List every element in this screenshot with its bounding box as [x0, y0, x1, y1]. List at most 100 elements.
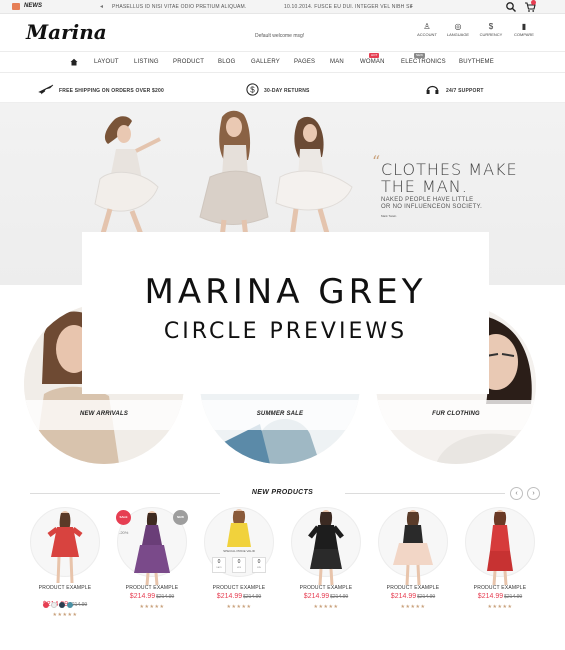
countdown-value: 0 [217, 559, 221, 565]
product-name[interactable]: PRODUCT EXAMPLE [25, 585, 105, 591]
product-name[interactable]: PRODUCT EXAMPLE [199, 585, 279, 591]
nav-item-gallery[interactable]: GALLERY [251, 59, 280, 65]
product-rating-stars: ★★★★★ [226, 604, 252, 610]
category-label[interactable]: NEW ARRIVALS [24, 411, 184, 417]
new-product-badge: NEW [173, 510, 188, 525]
hero-model-image [275, 116, 353, 238]
language-link[interactable]: ◎ LANGUAGE [445, 22, 471, 37]
hero-quote-author: Mark Twain [381, 214, 397, 218]
product-name[interactable]: PRODUCT EXAMPLE [460, 585, 540, 591]
svg-text:$: $ [250, 85, 255, 94]
nav-item-buytheme[interactable]: BUYTHEME [459, 59, 494, 65]
product-price: $214.99$214.99 [199, 593, 279, 600]
welcome-message: Default welcome msg! [255, 33, 305, 39]
nav-item-man[interactable]: MAN [330, 59, 344, 65]
site-logo[interactable]: Marina [26, 20, 107, 44]
product-price: $214.99$214.99 [373, 593, 453, 600]
language-label: LANGUAGE [446, 32, 470, 37]
product-old-price: $214.99 [417, 594, 436, 600]
feature-support: 24/7 SUPPORT [446, 88, 484, 94]
product-old-price: $214.99 [504, 594, 523, 600]
hot-badge: HOT [369, 53, 380, 58]
ticker-text[interactable]: PHASELLUS ID NISI VITAE ODIO PRETIUM ALI… [112, 4, 247, 10]
product-sale-price: $214.99 [477, 593, 504, 600]
preview-subtitle: CIRCLE PREVIEWS [163, 319, 408, 344]
countdown-unit: MIN [257, 567, 261, 569]
carousel-next-button[interactable]: › [527, 487, 540, 500]
account-icon: ♙ [423, 22, 431, 31]
product-image [393, 510, 433, 586]
home-icon[interactable] [70, 58, 78, 66]
color-swatches [43, 595, 75, 613]
hero-model-image [94, 116, 161, 238]
product-sale-price: $214.99 [129, 593, 156, 600]
currency-link[interactable]: $ CURRENCY [478, 22, 504, 37]
countdown-value: 0 [257, 559, 261, 565]
account-link[interactable]: ♙ ACCOUNT [414, 22, 440, 37]
news-icon [12, 3, 20, 10]
product-card[interactable]: SALE NEW -20% PRODUCT EXAMPLE $214.99$21… [112, 507, 192, 627]
product-card[interactable]: PRODUCT EXAMPLE $214.99$214.99 ★★★★★ [286, 507, 366, 627]
feature-returns: 30-DAY RETURNS [264, 88, 310, 94]
countdown-days: 0 DAYS [212, 557, 226, 573]
nav-item-product[interactable]: PRODUCT [173, 59, 204, 65]
currency-icon: $ [488, 22, 494, 31]
ticker-next-arrow-icon[interactable]: ▸ [410, 3, 413, 10]
product-rating-stars: ★★★★★ [487, 604, 513, 610]
language-icon: ◎ [454, 22, 462, 31]
countdown-value: 0 [237, 559, 241, 565]
countdown-unit: DAYS [216, 567, 222, 569]
nav-item-electronics[interactable]: ELECTRONICS [401, 59, 446, 65]
product-name[interactable]: PRODUCT EXAMPLE [112, 585, 192, 591]
nav-item-blog[interactable]: BLOG [218, 59, 235, 65]
product-old-price: $214.99 [243, 594, 262, 600]
quote-mark-icon: “ [372, 152, 381, 171]
product-image [227, 509, 251, 547]
compare-icon: ▮ [521, 22, 527, 31]
news-label: NEWS [24, 3, 42, 9]
discount-label: -20% [119, 530, 129, 535]
carousel-prev-button[interactable]: ‹ [510, 487, 523, 500]
hero-sub-line-2: OR NO INFLUENCEON SOCIETY. [381, 204, 483, 210]
nav-item-pages[interactable]: PAGES [294, 59, 315, 65]
compare-label: COMPARE [514, 32, 534, 37]
divider [345, 493, 505, 494]
compare-link[interactable]: ▮ COMPARE [511, 22, 537, 37]
color-swatch[interactable] [67, 602, 73, 608]
countdown-minutes: 0 MIN [252, 557, 266, 573]
product-old-price: $214.99 [156, 594, 175, 600]
preview-title-card: MARINA GREY CIRCLE PREVIEWS [82, 232, 489, 394]
ticker-date-text[interactable]: 10.10.2014. FUSCE EU DUI. INTEGER VEL NI… [284, 4, 413, 10]
product-price: $214.99$214.99 [286, 593, 366, 600]
category-label[interactable]: FUR CLOTHING [376, 411, 536, 417]
search-icon[interactable] [505, 1, 517, 13]
product-name[interactable]: PRODUCT EXAMPLE [373, 585, 453, 591]
product-old-price: $214.99 [330, 594, 349, 600]
cart-count-badge [531, 0, 536, 5]
category-label[interactable]: SUMMER SALE [200, 411, 360, 417]
product-image [487, 510, 513, 586]
nav-item-layout[interactable]: LAYOUT [94, 59, 119, 65]
product-sale-price: $214.99 [390, 593, 417, 600]
product-card[interactable]: SPECIAL PRICE VALID 0 DAYS 0 HRS 0 MIN PROD… [199, 507, 279, 627]
product-rating-stars: ★★★★★ [313, 604, 339, 610]
nav-item-woman[interactable]: WOMAN [360, 59, 385, 65]
product-name[interactable]: PRODUCT EXAMPLE [286, 585, 366, 591]
nav-item-listing[interactable]: LISTING [134, 59, 159, 65]
product-image [308, 510, 344, 586]
product-card[interactable]: PRODUCT EXAMPLE $214.99$214.99 ★★★★★ [460, 507, 540, 627]
new-badge: NEW [414, 53, 425, 58]
account-label: ACCOUNT [417, 32, 437, 37]
hero-quote-line-2: THE MAN. [381, 177, 468, 196]
sale-badge: SALE [116, 510, 131, 525]
color-swatch[interactable] [43, 602, 49, 608]
main-nav: LAYOUT LISTING PRODUCT BLOG GALLERY PAGE… [0, 51, 565, 73]
ticker-prev-arrow-icon[interactable]: ◂ [100, 3, 103, 10]
color-swatch[interactable] [51, 602, 57, 608]
product-rating-stars: ★★★★★ [139, 604, 165, 610]
currency-label: CURRENCY [479, 32, 503, 37]
product-card[interactable]: PRODUCT EXAMPLE $214.99$214.99 ★★★★★ [373, 507, 453, 627]
hero-sub-line-1: NAKED PEOPLE HAVE LITTLE [381, 197, 474, 203]
color-swatch[interactable] [59, 602, 65, 608]
countdown-title: SPECIAL PRICE VALID [223, 549, 255, 553]
